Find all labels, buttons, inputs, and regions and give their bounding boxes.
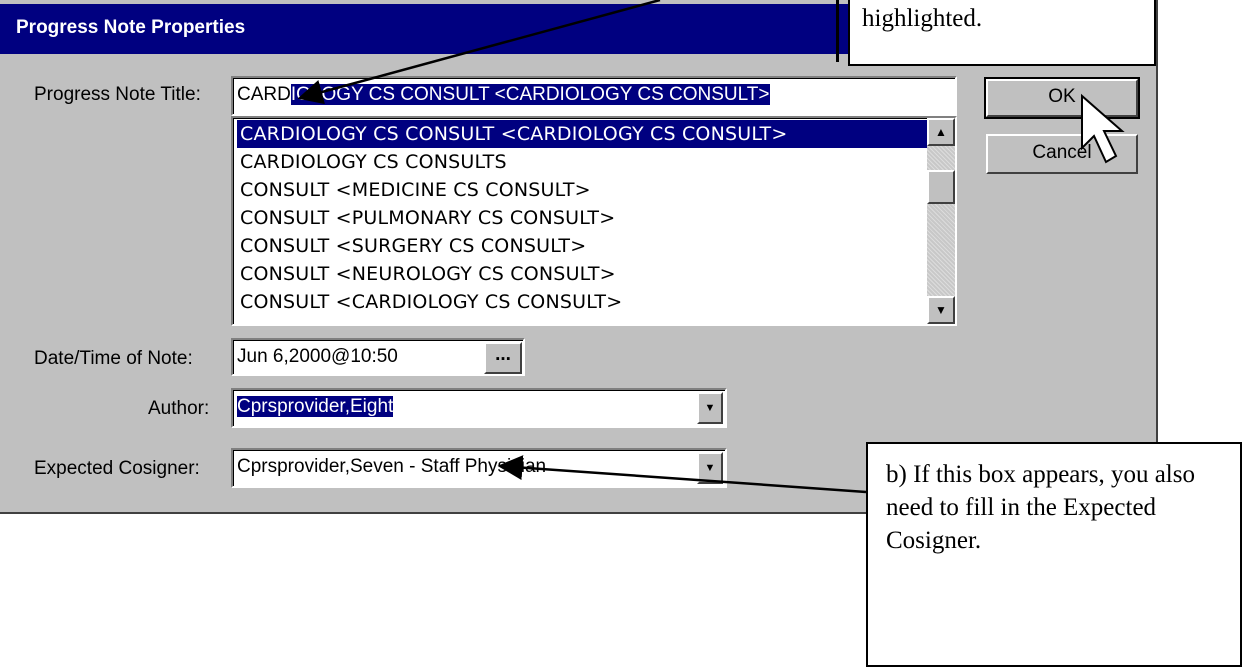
author-combobox[interactable]: Cprsprovider,Eight ▼ — [231, 388, 727, 428]
progress-note-title-label: Progress Note Title: — [34, 84, 201, 105]
ok-label: OK — [1048, 86, 1076, 107]
title-list-item[interactable]: CONSULT <SURGERY CS CONSULT> — [237, 232, 927, 260]
scroll-thumb[interactable] — [927, 170, 955, 204]
scroll-down-button[interactable]: ▼ — [927, 296, 955, 324]
down-arrow-icon: ▼ — [935, 303, 947, 317]
callout-bottom-text: b) If this box appears, you also need to… — [886, 461, 1195, 554]
title-list: CARDIOLOGY CS CONSULT <CARDIOLOGY CS CON… — [237, 120, 927, 316]
up-arrow-icon: ▲ — [935, 125, 947, 139]
date-time-value: Jun 6,2000@10:50 — [237, 346, 398, 367]
scroll-up-button[interactable]: ▲ — [927, 118, 955, 146]
title-list-item[interactable]: CONSULT <NEUROLOGY CS CONSULT> — [237, 260, 927, 288]
callout-bottom: b) If this box appears, you also need to… — [866, 442, 1242, 667]
cosigner-value: Cprsprovider,Seven - Staff Physician — [237, 456, 547, 477]
cancel-button[interactable]: Cancel — [986, 134, 1138, 174]
chevron-down-icon: ▼ — [704, 402, 716, 414]
callout-top: highlighted. — [848, 0, 1156, 66]
ok-button[interactable]: OK — [984, 77, 1140, 119]
title-list-item[interactable]: CONSULT <CARDIOLOGY CS CONSULT> — [237, 288, 927, 316]
author-value: Cprsprovider,Eight — [237, 396, 394, 417]
typed-text: CARD — [237, 84, 291, 105]
expected-cosigner-combobox[interactable]: Cprsprovider,Seven - Staff Physician ▼ — [231, 448, 727, 488]
author-label: Author: — [148, 398, 210, 419]
callout-top-text: highlighted. — [862, 5, 983, 32]
title-listbox[interactable]: CARDIOLOGY CS CONSULT <CARDIOLOGY CS CON… — [231, 116, 957, 326]
title-list-item[interactable]: CONSULT <MEDICINE CS CONSULT> — [237, 176, 927, 204]
expected-cosigner-label: Expected Cosigner: — [34, 458, 200, 479]
author-dropdown-button[interactable]: ▼ — [697, 392, 723, 424]
cancel-label: Cancel — [1032, 142, 1092, 163]
title-list-item[interactable]: CARDIOLOGY CS CONSULT <CARDIOLOGY CS CON… — [237, 120, 927, 148]
title-list-item[interactable]: CARDIOLOGY CS CONSULTS — [237, 148, 927, 176]
progress-note-properties-dialog: Progress Note Properties Progress Note T… — [0, 0, 1158, 514]
date-time-label: Date/Time of Note: — [34, 348, 193, 369]
cosigner-dropdown-button[interactable]: ▼ — [697, 452, 723, 484]
autocomplete-selection: IOLOGY CS CONSULT <CARDIOLOGY CS CONSULT… — [290, 84, 770, 105]
listbox-scrollbar[interactable]: ▲ ▼ — [927, 118, 955, 324]
callout-divider-line — [836, 0, 839, 62]
chevron-down-icon: ▼ — [704, 462, 716, 474]
date-picker-button[interactable]: ... — [484, 342, 522, 374]
progress-note-title-input[interactable]: CARDIOLOGY CS CONSULT <CARDIOLOGY CS CON… — [231, 76, 957, 116]
title-list-item[interactable]: CONSULT <PULMONARY CS CONSULT> — [237, 204, 927, 232]
date-time-input[interactable]: Jun 6,2000@10:50 — [231, 338, 525, 376]
ellipsis-icon: ... — [495, 344, 511, 365]
dialog-title: Progress Note Properties — [16, 17, 246, 38]
